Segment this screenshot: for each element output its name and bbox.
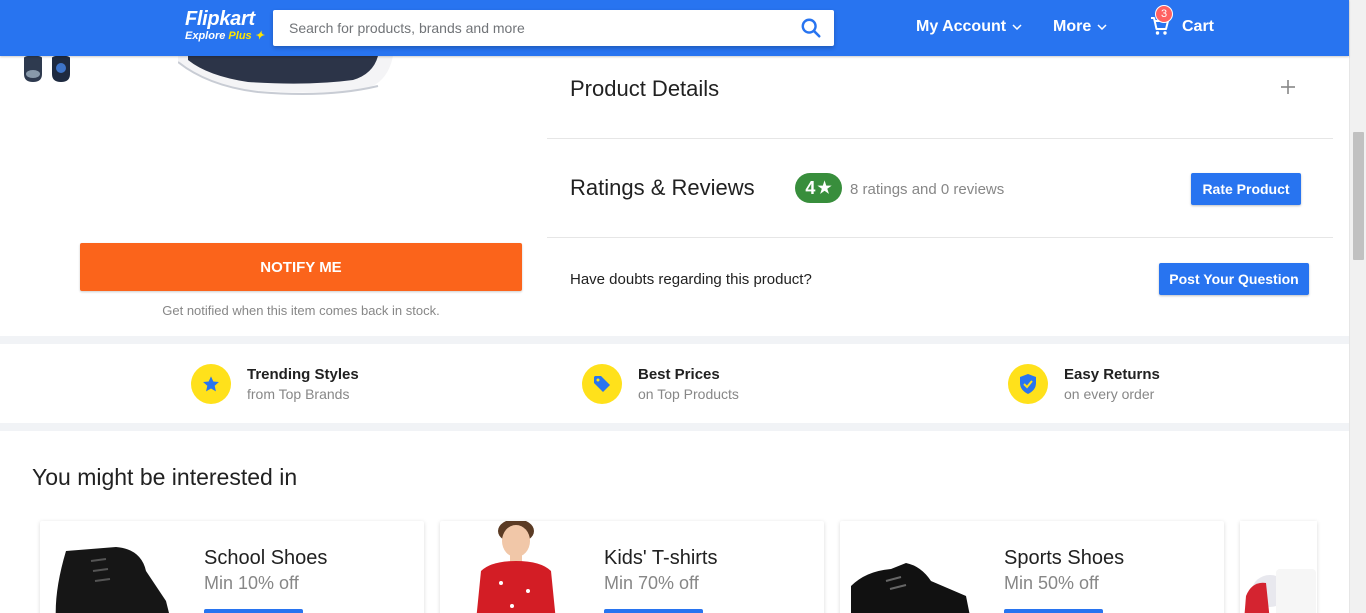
logo-text: Flipkart <box>185 8 255 30</box>
product-details-title[interactable]: Product Details <box>570 76 719 102</box>
feature-title: Easy Returns <box>1064 366 1160 383</box>
features-strip: Trending Styles from Top Brands Best Pri… <box>0 344 1349 423</box>
star-icon <box>203 376 219 392</box>
flipkart-logo[interactable]: Flipkart Explore Plus ✦ <box>185 9 264 42</box>
logo-plus: Plus <box>228 30 252 42</box>
feature-subtitle: on Top Products <box>638 386 739 402</box>
shop-now-button[interactable] <box>1004 609 1103 613</box>
product-panel: NOTIFY ME Get notified when this item co… <box>0 56 1349 336</box>
feature-icon-badge <box>191 364 231 404</box>
post-question-button[interactable]: Post Your Question <box>1159 263 1309 295</box>
feature-trending-styles: Trending Styles from Top Brands <box>191 364 359 404</box>
feature-title: Best Prices <box>638 366 720 383</box>
recommendation-card-partial[interactable] <box>1240 521 1317 613</box>
cart-label: Cart <box>1182 18 1215 35</box>
shield-check-icon <box>1020 374 1036 394</box>
recommendation-name: Sports Shoes <box>1004 547 1125 569</box>
more-menu[interactable]: More <box>1053 18 1107 36</box>
my-account-label: My Account <box>916 18 1007 35</box>
doubts-text: Have doubts regarding this product? <box>570 271 812 288</box>
cart-count-badge: 3 <box>1155 5 1173 23</box>
more-label: More <box>1053 18 1092 35</box>
feature-best-prices: Best Prices on Top Products <box>582 364 739 404</box>
ratings-reviews-title: Ratings & Reviews <box>570 175 755 200</box>
notify-note: Get notified when this item comes back i… <box>162 303 440 318</box>
shop-now-button[interactable] <box>604 609 703 613</box>
product-image[interactable] <box>178 56 408 101</box>
search-icon[interactable] <box>800 17 822 39</box>
feature-text: Trending Styles from Top Brands <box>247 366 359 402</box>
feature-subtitle: from Top Brands <box>247 386 350 402</box>
feature-icon-badge <box>582 364 622 404</box>
rating-badge: 4 ★ <box>795 173 842 203</box>
page-scrollbar[interactable] <box>1349 0 1366 613</box>
school-shoes-image <box>55 547 169 613</box>
chevron-down-icon <box>1012 24 1022 30</box>
feature-text: Best Prices on Top Products <box>638 366 739 402</box>
search-input[interactable] <box>273 10 773 46</box>
top-header: Flipkart Explore Plus ✦ My Account More … <box>0 0 1349 56</box>
recommendations-title: You might be interested in <box>32 464 298 490</box>
rating-count: 8 ratings and 0 reviews <box>850 181 1005 198</box>
feature-subtitle: on every order <box>1064 386 1155 402</box>
recommendation-offer: Min 70% off <box>604 573 699 593</box>
feature-icon-badge <box>1008 364 1048 404</box>
feature-easy-returns: Easy Returns on every order <box>1008 364 1160 404</box>
recommendation-card[interactable]: Kids' T-shirts Min 70% off <box>440 521 824 613</box>
thumbnail-shoe-image[interactable] <box>50 56 72 84</box>
recommendation-card[interactable]: Sports Shoes Min 50% off <box>840 521 1224 613</box>
logo-explore: Explore <box>185 30 226 42</box>
cart-icon-wrapper: 3 <box>1150 5 1173 38</box>
recommendation-offer: Min 50% off <box>1004 573 1099 593</box>
section-divider <box>547 138 1333 139</box>
recommendation-offer: Min 10% off <box>204 573 299 593</box>
recommendation-name: School Shoes <box>204 547 328 569</box>
star-icon: ★ <box>817 180 832 197</box>
price-tag-icon <box>594 376 610 392</box>
product-image <box>1244 569 1316 613</box>
my-account-menu[interactable]: My Account <box>916 18 1022 36</box>
thumbnail-shoe-image[interactable] <box>22 56 44 84</box>
feature-text: Easy Returns on every order <box>1064 366 1160 402</box>
shop-now-button[interactable] <box>204 609 303 613</box>
section-divider <box>547 237 1333 238</box>
cart-link[interactable]: 3 Cart <box>1150 5 1215 38</box>
plus-icon: ✦ <box>254 30 264 42</box>
search-bar <box>273 10 834 46</box>
notify-me-button[interactable]: NOTIFY ME <box>80 243 522 291</box>
recommendation-name: Kids' T-shirts <box>604 547 718 569</box>
logo-subtext: Explore Plus ✦ <box>185 30 264 42</box>
sports-shoes-image <box>851 563 970 613</box>
recommendations-section: You might be interested in School Shoes … <box>0 431 1349 613</box>
scrollbar-thumb[interactable] <box>1353 132 1364 260</box>
chevron-down-icon <box>1097 24 1107 30</box>
rating-value: 4 <box>805 177 816 198</box>
expand-plus-icon[interactable] <box>1279 78 1297 96</box>
feature-title: Trending Styles <box>247 366 359 383</box>
recommendation-card[interactable]: School Shoes Min 10% off <box>40 521 424 613</box>
rate-product-button[interactable]: Rate Product <box>1191 173 1301 205</box>
kids-tshirt-image <box>476 521 556 613</box>
